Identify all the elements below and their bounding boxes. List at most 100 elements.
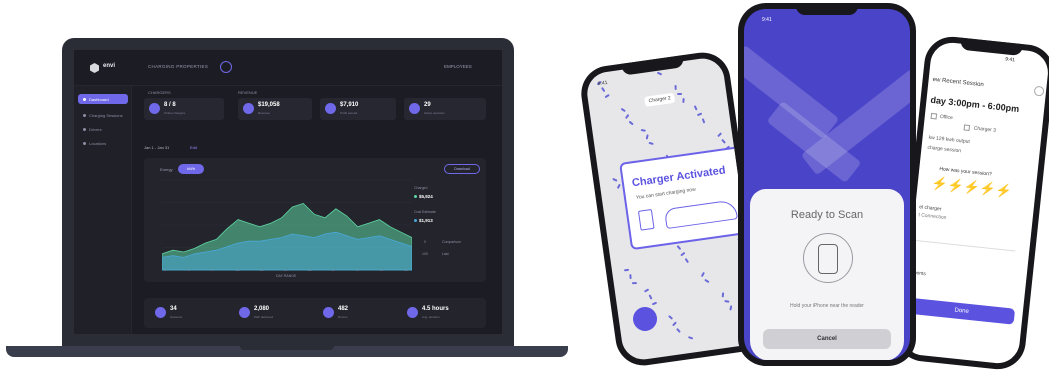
sidebar: Dashboard Charging Sessions Drivers Loca… [74, 86, 132, 334]
sidebar-item-locations[interactable]: Locations [78, 138, 128, 148]
toggle-value[interactable]: 100 [422, 252, 428, 256]
map-marker-dash [704, 278, 710, 284]
field-value[interactable]: t Connection [918, 212, 947, 221]
user-menu[interactable]: EMPLOYEES [444, 64, 472, 69]
phone-icon [818, 244, 838, 274]
sidebar-item-label: Locations [89, 141, 107, 146]
org-selector[interactable]: CHARGING PROPERTIES [148, 64, 208, 69]
sidebar-item-label: Drivers [89, 127, 102, 132]
section-label-revenue: REVENUE [238, 90, 258, 95]
map-marker-dash [648, 141, 654, 146]
status-time: 9:41 [1004, 56, 1016, 64]
map-marker-dash [696, 112, 703, 117]
phone-middle: 9:41 Ready to Scan Hold your iPhone near… [738, 3, 916, 366]
x-tick-label: 3 [164, 268, 166, 272]
map-marker-dash [643, 288, 650, 293]
status-time: 9:41 [762, 17, 772, 23]
option-label: Charger 3 [973, 125, 997, 134]
x-tick-label: 27 [356, 268, 360, 272]
stat-card: $7,910 Profit earned [320, 98, 396, 120]
chart-panel: Energy kWh Download Charged $5,924 Cost … [144, 158, 486, 282]
nfc-scan-sheet: Ready to Scan Hold your iPhone near the … [750, 189, 904, 360]
banner-title: Charger Activated [631, 164, 727, 190]
area-chart [162, 179, 412, 271]
map-marker-dash [682, 97, 685, 104]
map-marker-dash [640, 128, 646, 132]
scan-screen: 9:41 Ready to Scan Hold your iPhone near… [744, 9, 910, 360]
stat-label: kWh delivered [254, 315, 274, 319]
done-button[interactable]: Done [908, 297, 1016, 325]
legend-label: Cost Estimate [414, 210, 436, 214]
map-marker-dash [645, 134, 649, 140]
x-tick-label: 12 [236, 268, 240, 272]
stat-label: Revenue [258, 111, 271, 115]
sidebar-item-sessions[interactable]: Charging Sessions [78, 110, 128, 120]
field-label: el charger [918, 204, 942, 213]
stat-value: 4.5 hours [422, 306, 449, 312]
map-screen: 9:41 Charger 2 Charger Activated You can… [584, 55, 762, 363]
x-tick-label: 24 [332, 268, 336, 272]
map-marker-dash [584, 74, 590, 77]
legend-swatch [414, 195, 417, 199]
map-marker-dash [624, 113, 630, 120]
sessions-icon [83, 114, 86, 118]
map-marker-dash [721, 292, 725, 298]
map-marker-dash [684, 257, 690, 264]
map-marker-dash [612, 177, 618, 182]
energy-icon [239, 307, 250, 318]
map-marker-dash [674, 84, 677, 90]
stat-card: 34 Sessions [150, 302, 226, 324]
x-tick-label: 21 [308, 268, 312, 272]
map-marker-dash [676, 245, 682, 251]
date-edit-link[interactable]: Edit [190, 145, 197, 150]
cancel-button[interactable]: Cancel [763, 329, 891, 349]
app-name: envi [103, 63, 116, 69]
dashboard-icon [83, 98, 86, 102]
map-marker-dash [729, 305, 733, 311]
phone-right: 9:41 ew Recent Session day 3:00pm - 6:00… [893, 34, 1049, 372]
stat-card: 2,080 kWh delivered [234, 302, 310, 324]
session-time: day 3:00pm - 6:00pm [930, 94, 1020, 115]
sidebar-item-drivers[interactable]: Drivers [78, 124, 128, 134]
map-marker-dash [620, 107, 626, 113]
map-marker-dash [680, 251, 686, 257]
session-label: charge session [927, 144, 962, 155]
org-switch-icon[interactable] [220, 61, 232, 73]
stat-label: Online chargers [164, 111, 186, 115]
stat-card: $19,058 Revenue [238, 98, 312, 120]
charger-checkbox[interactable] [963, 124, 971, 132]
toggle-value[interactable]: 0 [424, 240, 426, 244]
amount-line: kw 129 kwh output [928, 134, 971, 146]
charger-activated-banner: Charger Activated You can start charging… [619, 145, 755, 251]
map-marker-dash [631, 282, 637, 285]
map-marker-dash [604, 93, 610, 99]
map-marker-dash [700, 271, 705, 278]
close-icon[interactable] [1033, 85, 1045, 97]
date-range[interactable]: Jan 1 - Jan 31 [144, 145, 169, 150]
location-button[interactable] [631, 305, 659, 333]
map-marker-dash [672, 321, 677, 327]
car-icon [663, 199, 739, 230]
x-tick-label: 6 [188, 268, 190, 272]
sidebar-item-label: Charging Sessions [89, 113, 123, 118]
stat-card: 4.5 hours Avg. duration [402, 302, 482, 324]
map-marker-dash [701, 118, 706, 124]
divider [915, 240, 1016, 252]
stat-value: 2,080 [254, 306, 270, 312]
office-checkbox[interactable] [930, 112, 938, 120]
stat-card: 482 Drivers [318, 302, 394, 324]
x-axis-title: DAY RANGE [276, 274, 297, 278]
map-marker-dash [721, 138, 726, 144]
map-marker-dash [677, 92, 683, 96]
map-marker-dash [629, 274, 632, 280]
download-button[interactable]: Download [444, 164, 480, 174]
legend-swatch [414, 219, 417, 223]
status-time: 9:41 [597, 79, 608, 88]
stat-card: 8 / 8 Online chargers [144, 98, 224, 120]
unit-toggle[interactable]: kWh [178, 164, 204, 174]
sessions-icon [155, 307, 166, 318]
sidebar-item-dashboard[interactable]: Dashboard [78, 94, 128, 104]
logo-icon [90, 63, 99, 73]
stat-value: 482 [338, 306, 349, 312]
bolt-icon[interactable]: ⚡ [995, 182, 1013, 200]
